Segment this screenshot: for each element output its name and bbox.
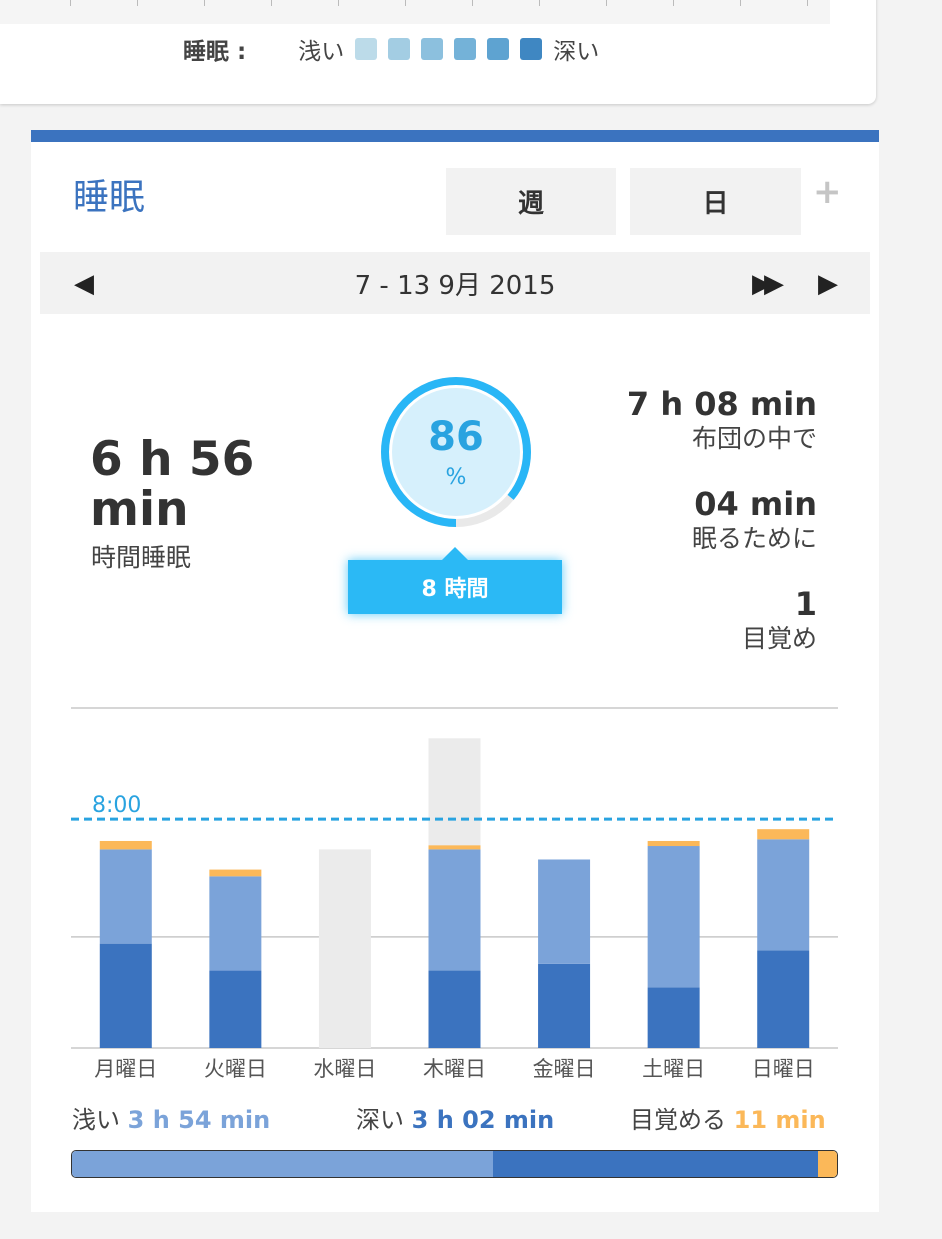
x-tick-label: 火曜日 xyxy=(204,1057,267,1081)
date-navigation: 7 - 13 9月 2015 ◀ ▶▶ ▶ xyxy=(40,252,870,314)
axis-tick xyxy=(673,0,674,6)
stat-label: 布団の中で xyxy=(691,424,817,453)
bar-segment xyxy=(757,829,810,840)
x-tick-label: 木曜日 xyxy=(423,1057,486,1081)
stat-label: 目覚め xyxy=(741,624,817,653)
in-bed-bar xyxy=(318,849,371,1048)
axis-tick xyxy=(338,0,339,6)
x-tick-label: 日曜日 xyxy=(752,1057,815,1081)
top-chart-axis xyxy=(0,0,830,24)
tab-week[interactable]: 週 xyxy=(446,168,616,235)
light-sleep-label: 浅い xyxy=(72,1106,120,1134)
bar-segment xyxy=(647,846,700,988)
axis-tick xyxy=(472,0,473,6)
bar-segment xyxy=(647,840,700,847)
axis-tick xyxy=(606,0,607,6)
deep-sleep-value: 3 h 02 min xyxy=(411,1106,555,1134)
sleep-composition-bar xyxy=(71,1150,838,1178)
bar-segment xyxy=(99,943,152,1048)
sleep-card: 睡眠 週 日 + 7 - 13 9月 2015 ◀ ▶▶ ▶ 6 h 56 mi… xyxy=(31,130,879,1212)
bar-segment xyxy=(428,849,481,971)
stat-value: 04 min xyxy=(694,485,817,523)
date-range: 7 - 13 9月 2015 xyxy=(354,270,556,301)
bar-segment xyxy=(209,869,262,877)
stat-value: 1 xyxy=(794,585,817,623)
legend-low-label: 浅い xyxy=(298,39,345,65)
bar-segment xyxy=(428,845,481,850)
weekly-sleep-chart: 月曜日 火曜日 水曜日 木曜日 金曜日 土曜日 日曜日 8:00 xyxy=(71,707,838,1081)
awake-total: 目覚める 11 min xyxy=(630,1100,826,1135)
legend-swatch xyxy=(454,38,477,60)
bar-segment xyxy=(757,950,810,1048)
stat-in-bed: 7 h 08 min 布団の中で xyxy=(627,386,817,456)
x-tick-label: 土曜日 xyxy=(642,1057,705,1081)
tab-day[interactable]: 日 xyxy=(630,168,801,235)
x-tick-label: 水曜日 xyxy=(313,1057,376,1081)
x-tick-label: 月曜日 xyxy=(94,1057,157,1081)
stat-label: 眠るために xyxy=(691,524,817,553)
axis-tick xyxy=(137,0,138,6)
axis-tick xyxy=(70,0,71,6)
legend-swatches xyxy=(355,38,553,60)
bar-segment xyxy=(209,970,262,1048)
deep-sleep-segment xyxy=(492,1151,818,1177)
bar-segment xyxy=(428,970,481,1048)
stat-awakenings: 1 目覚め xyxy=(742,586,817,656)
axis-tick xyxy=(539,0,540,6)
legend-high-label: 深い xyxy=(553,39,600,65)
bar-segment xyxy=(538,859,591,964)
awake-segment xyxy=(817,1151,837,1177)
deep-sleep-label: 深い xyxy=(356,1106,404,1134)
total-sleep-value: 6 h 56 min xyxy=(90,432,255,537)
previous-icon[interactable]: ◀ xyxy=(74,269,94,299)
legend-swatch xyxy=(421,38,444,60)
legend-swatch xyxy=(487,38,510,60)
light-sleep-total: 浅い 3 h 54 min xyxy=(72,1100,270,1135)
total-sleep-label: 時間睡眠 xyxy=(91,543,192,572)
legend-swatch xyxy=(520,38,543,60)
bar-segment xyxy=(538,963,591,1048)
stat-fall-asleep: 04 min 眠るために xyxy=(692,486,817,556)
legend-swatch xyxy=(355,38,378,60)
axis-tick xyxy=(271,0,272,6)
x-tick-label: 金曜日 xyxy=(533,1057,596,1081)
awake-label: 目覚める xyxy=(630,1106,726,1134)
axis-tick xyxy=(740,0,741,6)
card-title: 睡眠 xyxy=(73,177,146,218)
axis-tick xyxy=(807,0,808,6)
legend-title: 睡眠 : xyxy=(183,39,247,65)
efficiency-unit: % xyxy=(445,465,467,490)
bar-segment xyxy=(99,840,152,850)
sleep-depth-legend: 睡眠 : 浅い 深い xyxy=(183,32,599,66)
efficiency-value: 86 xyxy=(428,414,484,460)
top-chart-card: 睡眠 : 浅い 深い xyxy=(0,0,876,104)
light-sleep-segment xyxy=(72,1151,493,1177)
axis-tick xyxy=(405,0,406,6)
add-icon[interactable]: + xyxy=(813,172,842,212)
awake-value: 11 min xyxy=(733,1106,826,1134)
bar-segment xyxy=(757,839,810,951)
sleep-goal-badge[interactable]: 8 時間 xyxy=(348,547,562,614)
next-icon[interactable]: ▶ xyxy=(818,269,838,299)
bar-segment xyxy=(99,849,152,944)
stat-value: 7 h 08 min xyxy=(626,385,817,423)
bar-segment xyxy=(647,987,700,1048)
legend-swatch xyxy=(388,38,411,60)
axis-tick xyxy=(204,0,205,6)
fast-forward-icon[interactable]: ▶▶ xyxy=(752,269,784,299)
goal-line-label: 8:00 xyxy=(92,793,141,818)
light-sleep-value: 3 h 54 min xyxy=(127,1106,271,1134)
efficiency-ring: 86 % xyxy=(376,372,536,532)
deep-sleep-total: 深い 3 h 02 min xyxy=(356,1100,554,1135)
bar-segment xyxy=(209,876,262,971)
